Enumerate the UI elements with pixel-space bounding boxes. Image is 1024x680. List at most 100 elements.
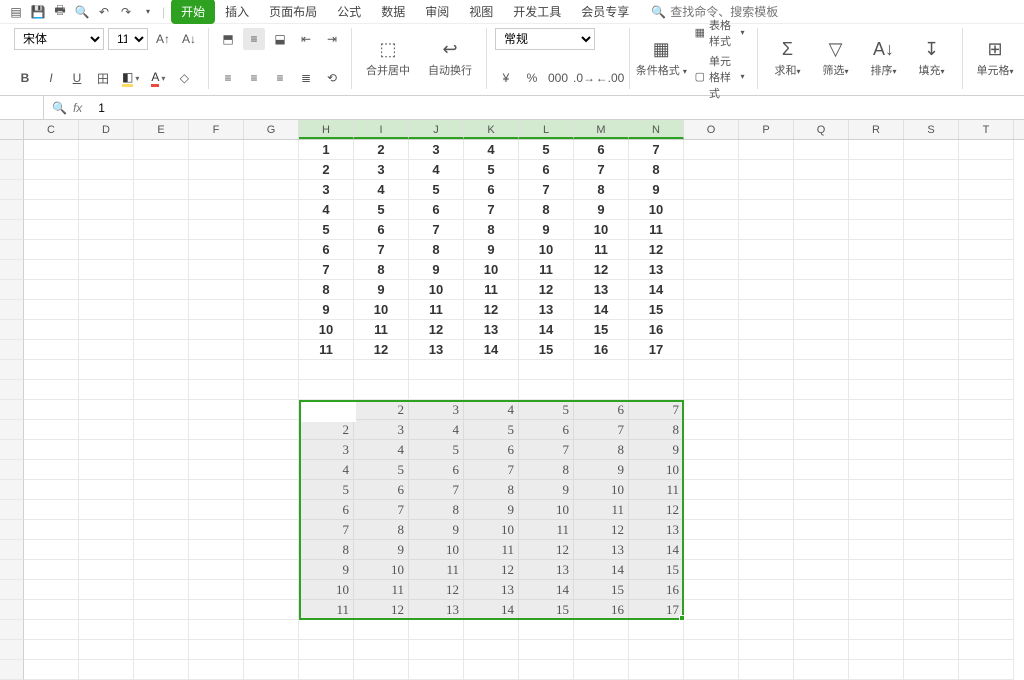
cell[interactable] [904,140,959,160]
cell[interactable] [739,620,794,640]
cell[interactable]: 11 [299,600,354,620]
cell[interactable] [849,520,904,540]
tab-member[interactable]: 会员专享 [571,0,639,24]
cell[interactable]: 5 [464,420,519,440]
rowhead[interactable] [0,520,24,540]
comma-icon[interactable]: 000 [547,67,569,89]
cell[interactable] [794,440,849,460]
cell[interactable] [79,200,134,220]
cell[interactable] [849,160,904,180]
cell[interactable] [189,560,244,580]
tab-layout[interactable]: 页面布局 [259,0,327,24]
cell[interactable]: 12 [629,240,684,260]
cell[interactable] [24,600,79,620]
cell[interactable] [24,540,79,560]
tab-data[interactable]: 数据 [371,0,415,24]
cell[interactable]: 9 [629,180,684,200]
cell[interactable] [134,460,189,480]
cell[interactable]: 8 [519,200,574,220]
cell[interactable]: 13 [409,600,464,620]
cell[interactable]: 10 [299,320,354,340]
cell[interactable] [24,480,79,500]
colhead-N[interactable]: N [629,120,684,139]
cell[interactable] [299,620,354,640]
cell[interactable] [79,560,134,580]
cell[interactable] [189,620,244,640]
cell[interactable]: 12 [519,540,574,560]
cell[interactable] [134,660,189,680]
cell[interactable] [959,180,1014,200]
rowhead[interactable] [0,420,24,440]
cell[interactable] [299,380,354,400]
cell[interactable] [959,380,1014,400]
cell[interactable] [79,660,134,680]
cell[interactable] [79,440,134,460]
cell[interactable]: 7 [354,240,409,260]
rowhead[interactable] [0,600,24,620]
cell[interactable] [189,200,244,220]
align-left-icon[interactable]: ≡ [217,67,239,89]
cell[interactable] [409,640,464,660]
cell[interactable] [244,620,299,640]
cell[interactable] [739,600,794,620]
cell[interactable] [684,360,739,380]
cell[interactable] [574,380,629,400]
cell[interactable] [519,380,574,400]
cell[interactable]: 5 [519,140,574,160]
rowhead[interactable] [0,440,24,460]
cell[interactable] [134,540,189,560]
cell[interactable] [79,300,134,320]
cell[interactable] [849,560,904,580]
cell[interactable] [189,400,244,420]
cell[interactable] [79,320,134,340]
cell[interactable] [739,300,794,320]
cell[interactable] [134,300,189,320]
tab-insert[interactable]: 插入 [215,0,259,24]
cell[interactable]: 10 [409,280,464,300]
cell[interactable]: 9 [464,500,519,520]
cell[interactable]: 16 [629,320,684,340]
cell[interactable] [959,200,1014,220]
cell[interactable] [739,560,794,580]
cell[interactable]: 14 [519,580,574,600]
cell[interactable] [574,640,629,660]
cell[interactable] [24,340,79,360]
cell[interactable] [134,340,189,360]
cell[interactable] [904,560,959,580]
cell[interactable]: 8 [464,220,519,240]
cell[interactable]: 15 [574,580,629,600]
grid-body[interactable]: 1234567234567834567894567891056789101167… [0,140,1024,680]
cell[interactable] [244,560,299,580]
cell[interactable] [794,640,849,660]
cell[interactable]: 7 [299,260,354,280]
cell[interactable]: 4 [464,400,519,420]
cell[interactable]: 17 [629,600,684,620]
cell[interactable]: 10 [519,240,574,260]
cell[interactable]: 10 [464,260,519,280]
cell[interactable] [739,480,794,500]
decrease-font-icon[interactable]: A↓ [178,28,200,50]
align-center-icon[interactable]: ≡ [243,67,265,89]
cell[interactable]: 5 [409,180,464,200]
cell[interactable] [79,280,134,300]
select-all-corner[interactable] [0,120,24,139]
cell[interactable]: 12 [629,500,684,520]
cell[interactable] [684,520,739,540]
fx-icon[interactable]: fx [73,101,82,115]
cell[interactable] [189,260,244,280]
redo-icon[interactable]: ↷ [118,4,134,20]
cell[interactable]: 16 [574,340,629,360]
cell[interactable] [134,280,189,300]
cell[interactable]: 13 [519,560,574,580]
sort-button[interactable]: A↓排序▾ [862,37,906,80]
cell[interactable] [739,520,794,540]
cell[interactable]: 9 [519,480,574,500]
cell[interactable] [189,360,244,380]
cell[interactable] [244,660,299,680]
colhead-H[interactable]: H [299,120,354,139]
rowhead[interactable] [0,580,24,600]
cell[interactable] [904,580,959,600]
align-top-icon[interactable]: ⬒ [217,28,239,50]
cell[interactable] [794,520,849,540]
table-style-button[interactable]: ▦表格样式▾ [691,15,749,51]
